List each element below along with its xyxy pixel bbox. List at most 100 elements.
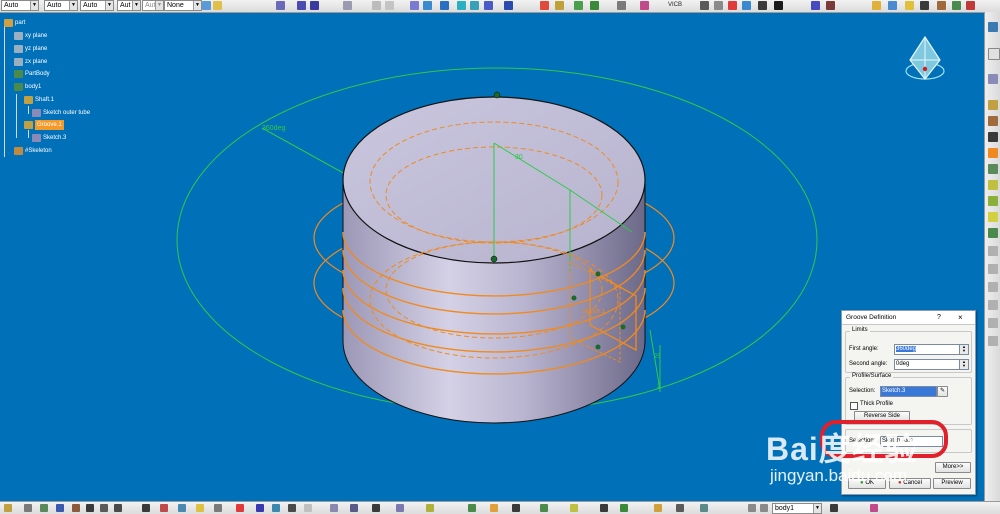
ellipse-icon[interactable] bbox=[470, 1, 479, 10]
current-body-combo[interactable]: body1 ▼ bbox=[772, 503, 822, 514]
hybrid-icon[interactable] bbox=[700, 504, 708, 512]
paste-icon[interactable] bbox=[100, 504, 108, 512]
close-button[interactable]: × bbox=[958, 311, 963, 324]
properties-icon[interactable] bbox=[213, 1, 222, 10]
design-table-icon[interactable] bbox=[196, 504, 204, 512]
paint-icon[interactable] bbox=[202, 1, 211, 10]
hole-icon[interactable] bbox=[988, 164, 998, 174]
arc-icon[interactable] bbox=[457, 1, 466, 10]
first-angle-field[interactable]: 360deg bbox=[894, 344, 960, 355]
cut-icon[interactable] bbox=[72, 504, 80, 512]
more-button[interactable]: More>> bbox=[935, 462, 971, 473]
first-angle-spinner[interactable]: ▲ ▼ bbox=[959, 344, 969, 355]
axis-system-icon[interactable] bbox=[256, 504, 264, 512]
line-icon[interactable] bbox=[410, 1, 419, 10]
thickness-icon[interactable] bbox=[988, 282, 998, 292]
instant-update-icon[interactable] bbox=[620, 504, 628, 512]
material-icon[interactable] bbox=[937, 1, 946, 10]
copy-icon[interactable] bbox=[86, 504, 94, 512]
render-style-icon[interactable] bbox=[888, 1, 897, 10]
line-tool-icon[interactable] bbox=[304, 504, 312, 512]
pan-icon[interactable] bbox=[714, 1, 723, 10]
cancel-button[interactable]: ● Cancel bbox=[889, 478, 931, 489]
zoom-out-icon[interactable] bbox=[758, 1, 767, 10]
iso-view-icon[interactable] bbox=[872, 1, 881, 10]
combo-arrow-icon[interactable] bbox=[760, 504, 768, 512]
sketch-icon[interactable] bbox=[276, 1, 285, 10]
corner-icon[interactable] bbox=[574, 1, 583, 10]
workbench-icon[interactable] bbox=[988, 22, 998, 32]
point-icon[interactable] bbox=[504, 1, 513, 10]
pattern-icon[interactable] bbox=[396, 504, 404, 512]
construction-icon[interactable] bbox=[343, 1, 352, 10]
contact-icon[interactable] bbox=[570, 504, 578, 512]
dialog-titlebar[interactable]: Groove Definition ? × bbox=[842, 311, 975, 325]
fit-all-icon[interactable] bbox=[700, 1, 709, 10]
combo-layer[interactable]: None ▼ bbox=[164, 0, 202, 11]
symmetry-icon[interactable] bbox=[512, 504, 520, 512]
workbench-switch-icon[interactable] bbox=[830, 504, 838, 512]
save-icon[interactable] bbox=[56, 504, 64, 512]
undo-icon[interactable] bbox=[114, 504, 122, 512]
circle-icon[interactable] bbox=[423, 1, 432, 10]
rotate-tool-icon[interactable] bbox=[490, 504, 498, 512]
pocket-icon[interactable] bbox=[988, 116, 998, 126]
point-tool-icon[interactable] bbox=[288, 504, 296, 512]
profile-icon[interactable] bbox=[372, 1, 381, 10]
rectangle-icon[interactable] bbox=[385, 1, 394, 10]
measure-between-icon[interactable] bbox=[214, 504, 222, 512]
sketch-tool-icon[interactable] bbox=[748, 504, 756, 512]
body-select-icon[interactable] bbox=[676, 504, 684, 512]
union-icon[interactable] bbox=[350, 504, 358, 512]
combo-color[interactable]: Auto ▼ bbox=[1, 0, 39, 11]
shell-icon[interactable] bbox=[988, 264, 998, 274]
mirror-icon[interactable] bbox=[617, 1, 626, 10]
dimension-icon[interactable] bbox=[555, 1, 564, 10]
tools-icon[interactable] bbox=[870, 504, 878, 512]
formula-icon[interactable] bbox=[142, 504, 150, 512]
grid-icon[interactable] bbox=[297, 1, 306, 10]
constraint-icon[interactable] bbox=[540, 1, 549, 10]
combo-transparency[interactable]: Auto ▼ bbox=[44, 0, 78, 11]
measure-icon[interactable] bbox=[952, 1, 961, 10]
project-icon[interactable] bbox=[640, 1, 649, 10]
combo-line-thickness[interactable]: Auto ▼ bbox=[80, 0, 114, 11]
sew-icon[interactable] bbox=[988, 336, 998, 346]
translate-icon[interactable] bbox=[468, 504, 476, 512]
sketch-select-button[interactable]: ✎ bbox=[937, 386, 948, 397]
zoom-in-icon[interactable] bbox=[742, 1, 751, 10]
constraint-tool-icon[interactable] bbox=[540, 504, 548, 512]
scale-icon[interactable] bbox=[426, 504, 434, 512]
apply-material-icon[interactable] bbox=[236, 504, 244, 512]
swap-icon[interactable] bbox=[826, 1, 835, 10]
fillet-icon[interactable] bbox=[988, 212, 998, 222]
groove-tool-icon[interactable] bbox=[988, 148, 998, 158]
shading-icon[interactable] bbox=[905, 1, 914, 10]
split-icon[interactable] bbox=[988, 318, 998, 328]
chamfer-icon[interactable] bbox=[988, 228, 998, 238]
rib-icon[interactable] bbox=[988, 180, 998, 190]
selection-field[interactable]: Sketch.3 bbox=[880, 386, 937, 397]
normal-view-icon[interactable] bbox=[774, 1, 783, 10]
exit-sketch-icon[interactable] bbox=[988, 74, 998, 84]
axis-icon[interactable] bbox=[484, 1, 493, 10]
combo-point-type[interactable]: Aut ▼ bbox=[142, 0, 164, 11]
plane-tool-icon[interactable] bbox=[272, 504, 280, 512]
file-icon[interactable] bbox=[4, 504, 12, 512]
edges-icon[interactable] bbox=[920, 1, 929, 10]
spline-icon[interactable] bbox=[440, 1, 449, 10]
open-icon[interactable] bbox=[40, 504, 48, 512]
compass-icon[interactable] bbox=[902, 35, 948, 83]
trim-icon[interactable] bbox=[590, 1, 599, 10]
rotate-icon[interactable] bbox=[728, 1, 737, 10]
combo-line-type[interactable]: Aut ▼ bbox=[117, 0, 141, 11]
preview-button[interactable]: Preview bbox=[933, 478, 971, 489]
slot-icon[interactable] bbox=[988, 196, 998, 206]
snap-icon[interactable] bbox=[310, 1, 319, 10]
new-icon[interactable] bbox=[24, 504, 32, 512]
second-angle-field[interactable]: 0deg bbox=[894, 359, 960, 370]
hide-show-icon[interactable] bbox=[811, 1, 820, 10]
thick-profile-checkbox[interactable] bbox=[850, 402, 858, 410]
shaft-tool-icon[interactable] bbox=[988, 132, 998, 142]
analysis-icon[interactable] bbox=[966, 1, 975, 10]
